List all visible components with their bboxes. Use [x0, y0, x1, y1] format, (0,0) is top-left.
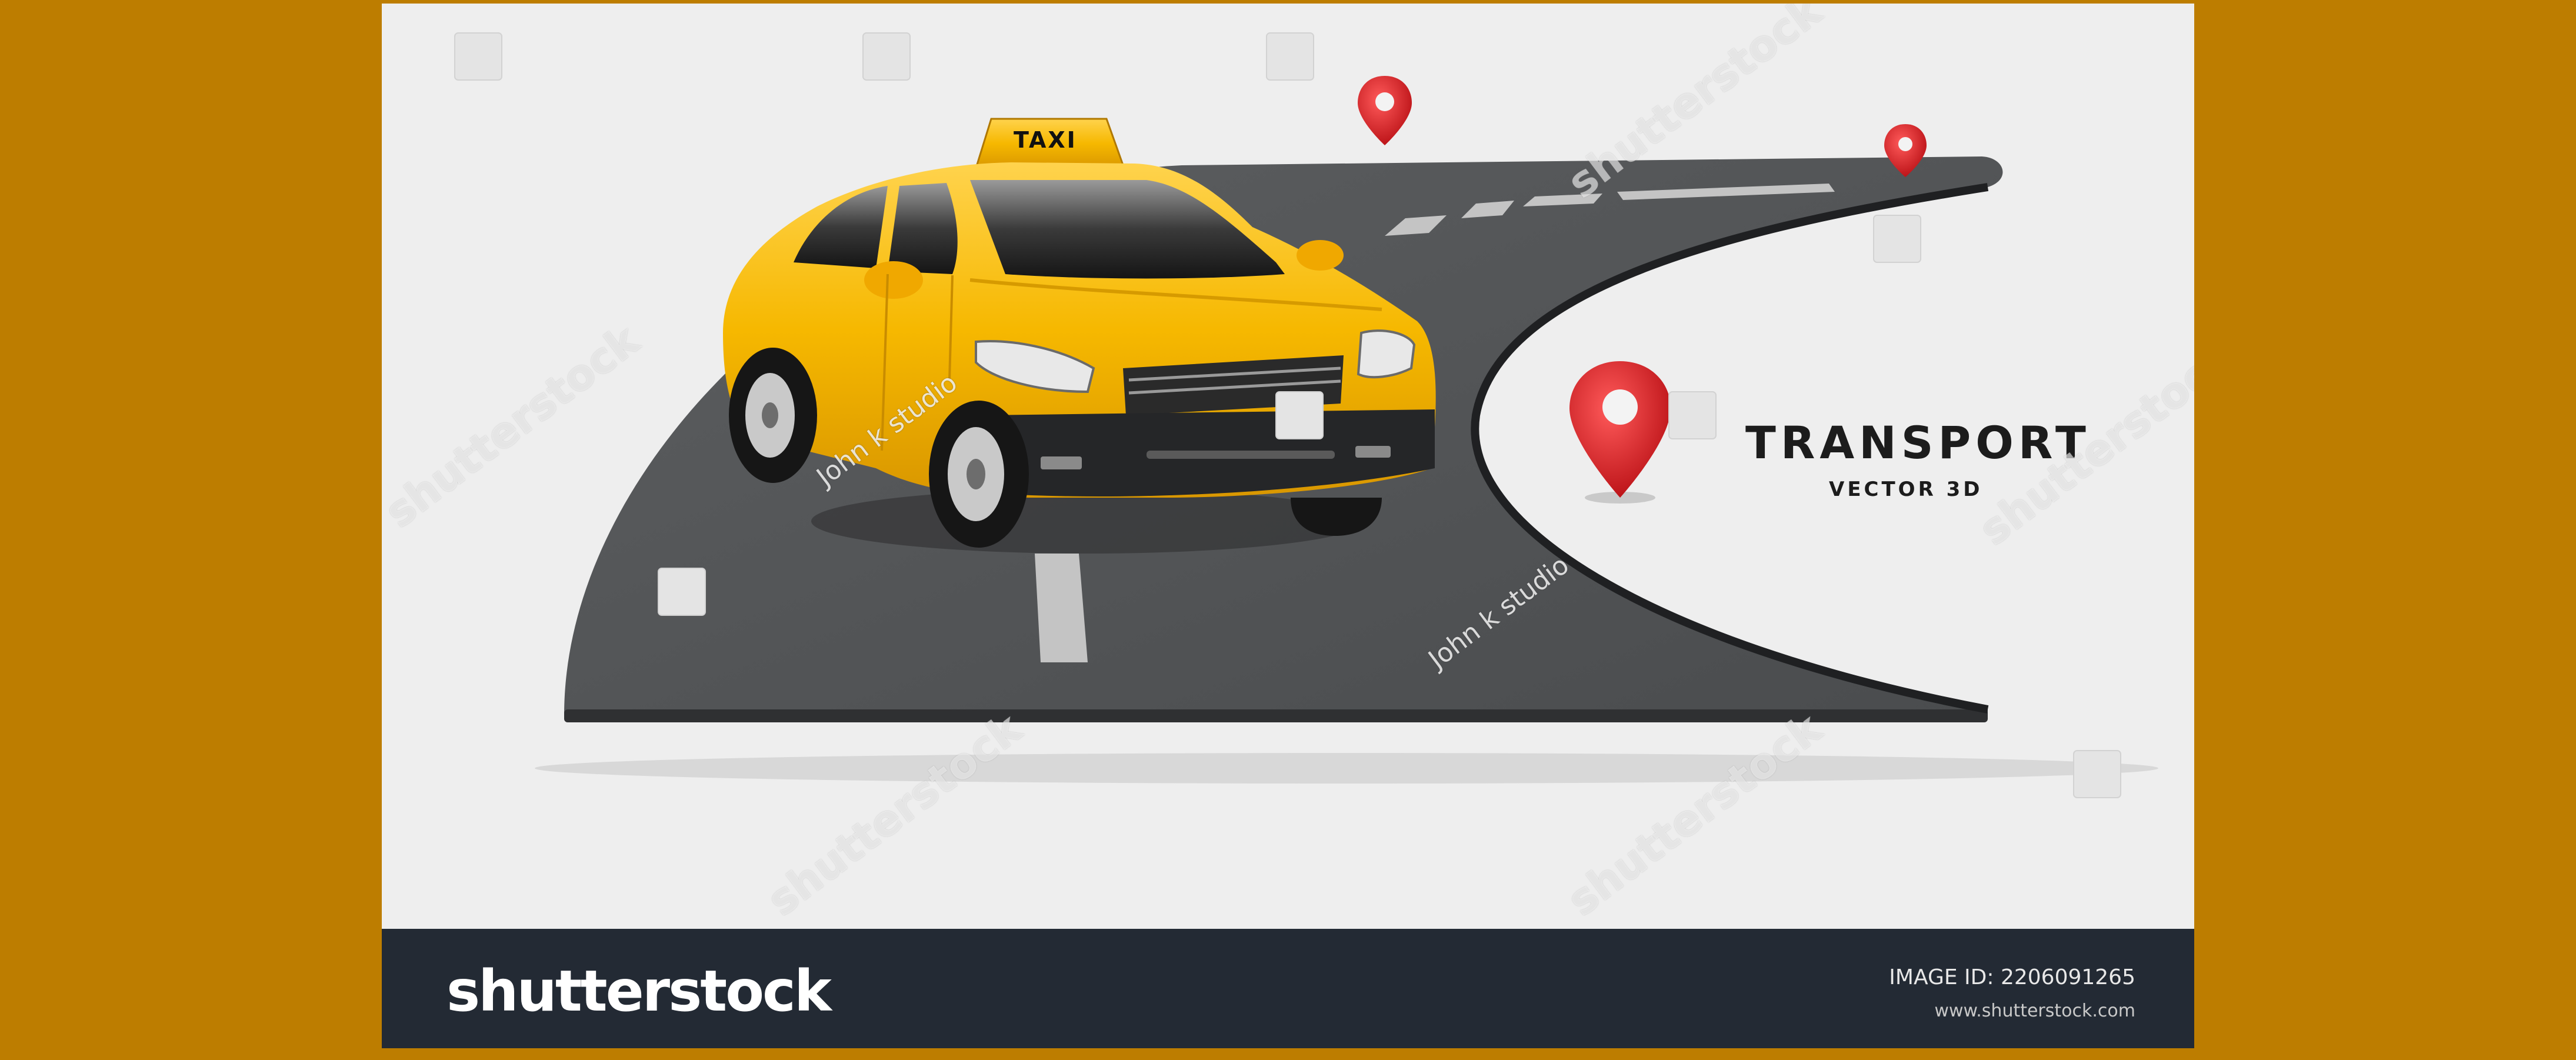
footer-bar: shutterstock IMAGE ID: 2206091265 www.sh… [382, 929, 2194, 1048]
wheel [729, 348, 817, 483]
map-pin-icon [1569, 361, 1671, 504]
image-id: IMAGE ID: 2206091265 [1889, 965, 2135, 989]
taxi-sign-label: TAXI [1014, 127, 1077, 153]
wheel [929, 401, 1029, 548]
road-edge [564, 709, 1988, 722]
site-url[interactable]: www.shutterstock.com [1934, 1001, 2135, 1021]
illustration: TAXI TRANSPORT VECTOR 3D shutterstock sh… [382, 4, 2194, 929]
headline: TRANSPORT [1745, 416, 2091, 469]
subline: VECTOR 3D [1829, 478, 1983, 501]
map-pin-icon [1358, 76, 1412, 145]
stock-image-frame: TAXI TRANSPORT VECTOR 3D shutterstock sh… [382, 4, 2194, 1048]
road-shadow [535, 753, 2158, 784]
brand-logo: shutterstock [446, 958, 832, 1024]
